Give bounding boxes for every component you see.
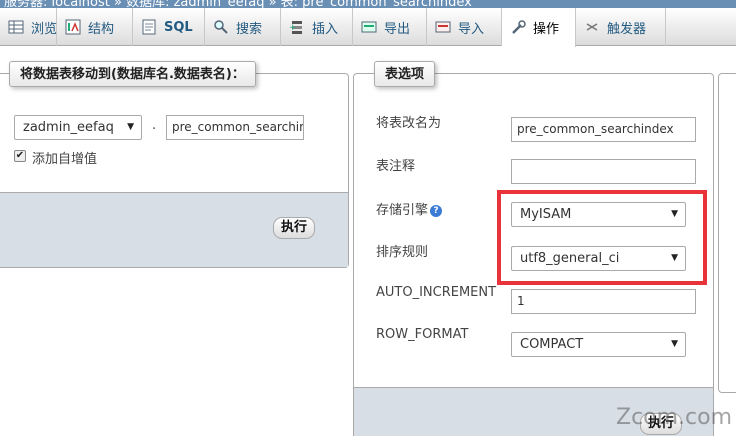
database-select-value: zadmin_eefaq xyxy=(23,120,114,135)
auto-increment-value: 1 xyxy=(517,294,525,308)
export-icon xyxy=(361,19,377,35)
row-format-select[interactable]: COMPACT ▼ xyxy=(511,332,686,357)
tab-label: 操作 xyxy=(533,22,560,37)
row-format-select-value: COMPACT xyxy=(520,337,584,352)
table-name-value: pre_common_searchir xyxy=(172,120,304,134)
tab-export[interactable]: 导出 xyxy=(353,8,427,46)
browse-icon xyxy=(8,19,24,35)
rename-label: 将表改名为 xyxy=(376,116,442,131)
auto-increment-label: AUTO_INCREMENT xyxy=(376,285,497,300)
tab-search[interactable]: 搜索 xyxy=(205,8,281,46)
breadcrumb: 服务器: localhost » 数据库: zadmin_eefaq » 表: … xyxy=(0,0,736,8)
tab-import[interactable]: 导入 xyxy=(427,8,502,46)
engine-label-text: 存储引擎 xyxy=(376,203,429,218)
svg-text:+: + xyxy=(289,23,297,33)
search-icon xyxy=(213,19,229,35)
tab-label: SQL xyxy=(164,19,193,35)
auto-increment-checkbox-label: 添加自增值 xyxy=(32,152,98,167)
tab-label: 导入 xyxy=(458,21,485,37)
tab-structure[interactable]: 结构 xyxy=(57,8,133,46)
tab-label: 触发器 xyxy=(607,21,647,37)
tab-label: 插入 xyxy=(312,21,339,37)
tab-operations[interactable]: 操作 xyxy=(502,8,576,47)
dot-separator: . xyxy=(152,118,157,133)
tab-label: 结构 xyxy=(88,21,115,37)
tab-label: 导出 xyxy=(384,21,411,37)
table-name-input[interactable]: pre_common_searchir xyxy=(166,115,304,140)
rename-value: pre_common_searchindex xyxy=(517,122,674,136)
tab-triggers[interactable]: 触发器 xyxy=(576,8,666,46)
check-icon: ✔ xyxy=(15,150,25,161)
right-panel-edge xyxy=(718,73,736,393)
watermark: Zcom.com xyxy=(616,405,733,430)
options-panel-legend: 表选项 xyxy=(374,61,436,87)
collation-label: 排序规则 xyxy=(376,245,429,260)
structure-icon xyxy=(65,19,81,35)
help-icon[interactable]: ? xyxy=(430,204,443,217)
tab-sql[interactable]: SQL xyxy=(133,8,205,46)
comment-input[interactable] xyxy=(511,159,696,184)
tab-label: 浏览 xyxy=(31,21,58,37)
rename-input[interactable]: pre_common_searchindex xyxy=(511,117,696,142)
database-select[interactable]: zadmin_eefaq ▼ xyxy=(14,115,142,140)
chevron-down-icon: ▼ xyxy=(671,339,678,349)
tab-insert[interactable]: + 插入 xyxy=(281,8,353,46)
move-submit-button[interactable]: 执行 xyxy=(273,217,316,239)
sql-icon xyxy=(141,19,157,35)
auto-increment-input[interactable]: 1 xyxy=(511,289,696,314)
wrench-icon xyxy=(510,19,526,36)
move-panel-legend: 将数据表移动到(数据库名.数据表名)： xyxy=(9,61,256,87)
tab-browse[interactable]: 浏览 xyxy=(0,8,57,46)
tab-label: 搜索 xyxy=(236,21,263,37)
tab-bar: 浏览 结构 SQL 搜索 + 插入 导出 导入 操作 触发器 xyxy=(0,8,736,47)
insert-icon: + xyxy=(289,19,305,35)
chevron-down-icon: ▼ xyxy=(127,122,134,132)
highlight-box xyxy=(497,190,707,285)
auto-increment-checkbox[interactable]: ✔ xyxy=(14,150,26,162)
import-icon xyxy=(435,19,451,35)
breadcrumb-text: 服务器: localhost » 数据库: zadmin_eefaq » 表: … xyxy=(4,0,472,8)
row-format-label: ROW_FORMAT xyxy=(376,327,469,342)
engine-label: 存储引擎? xyxy=(376,199,443,218)
comment-label: 表注释 xyxy=(376,159,416,174)
trigger-icon xyxy=(584,19,600,35)
